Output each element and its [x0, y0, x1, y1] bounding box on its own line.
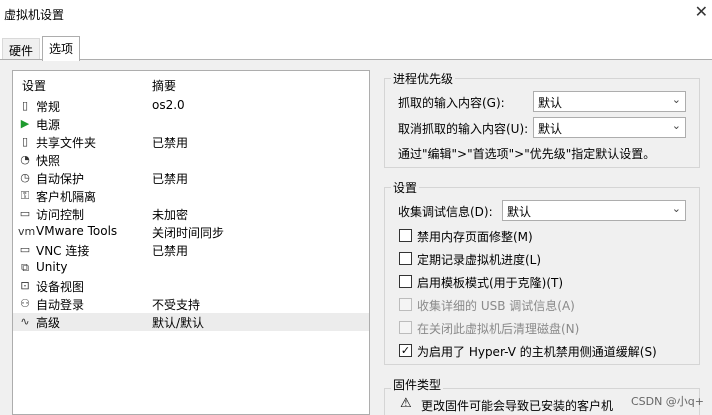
- advanced-icon: ∿: [20, 315, 30, 328]
- list-item-name: 自动保护: [36, 172, 85, 186]
- list-item-name: 客户机隔离: [36, 190, 97, 204]
- grab-priority-value: 默认: [538, 96, 563, 110]
- list-item[interactable]: ◷ 自动保护 已禁用: [13, 169, 369, 187]
- list-item-summary: 未加密: [152, 208, 189, 222]
- tab-options[interactable]: 选项: [42, 36, 81, 61]
- list-item-summary: os2.0: [152, 98, 185, 112]
- list-item[interactable]: ▯ 共享文件夹 已禁用: [13, 133, 369, 151]
- isolation-icon: ⚿: [20, 189, 30, 202]
- checkbox-label: 禁用内存页面修整(M): [417, 230, 533, 244]
- column-header-summary: 摘要: [152, 79, 177, 93]
- column-header-setting: 设置: [22, 79, 47, 93]
- settings-group-title: 设置: [391, 179, 420, 196]
- checkbox-box[interactable]: ✓: [399, 344, 412, 357]
- grab-priority-select[interactable]: 默认 ⌄: [533, 91, 686, 112]
- vmware-tools-icon: vm: [18, 225, 36, 238]
- list-item-summary: 已禁用: [152, 136, 189, 150]
- list-item-summary: 默认/默认: [152, 316, 205, 330]
- checkbox-box: [399, 321, 412, 334]
- list-item[interactable]: ▯ 常规 os2.0: [13, 97, 369, 115]
- warning-icon: ⚠: [400, 396, 412, 411]
- debug-label: 收集调试信息(D):: [398, 205, 493, 219]
- device-view-icon: ⊡: [20, 279, 30, 292]
- checkbox-label: 在关闭此虚拟机后清理磁盘(N): [417, 322, 580, 336]
- debug-info-select[interactable]: 默认 ⌄: [502, 200, 686, 221]
- list-item-summary: 不受支持: [152, 298, 201, 312]
- list-item-name: VMware Tools: [36, 224, 118, 238]
- ungrab-priority-value: 默认: [538, 122, 563, 136]
- chevron-down-icon: ⌄: [671, 202, 681, 215]
- firmware-group-title: 固件类型: [391, 376, 444, 393]
- checkbox-label: 定期记录虚拟机进度(L): [417, 253, 542, 267]
- ungrab-label: 取消抓取的输入内容(U):: [398, 122, 529, 136]
- checkbox-label: 启用模板模式(用于克隆)(T): [417, 276, 564, 290]
- firmware-warning-text: 更改固件可能会导致已安装的客户机: [421, 399, 614, 413]
- ungrab-priority-select[interactable]: 默认 ⌄: [533, 117, 686, 138]
- chevron-down-icon: ⌄: [671, 119, 681, 132]
- chevron-down-icon: ⌄: [671, 93, 681, 106]
- access-control-icon: ▭: [19, 207, 31, 220]
- window-title: 虚拟机设置: [4, 8, 65, 22]
- list-item[interactable]: ∿ 高级 默认/默认: [13, 313, 369, 331]
- grab-label: 抓取的输入内容(G):: [398, 96, 505, 110]
- list-item-summary: 已禁用: [152, 244, 189, 258]
- checkbox-label: 收集详细的 USB 调试信息(A): [417, 299, 575, 313]
- autoprotect-icon: ◷: [20, 171, 30, 184]
- shared-folder-icon: ▯: [21, 135, 29, 148]
- priority-note: 通过"编辑">"首选项">"优先级"指定默认设置。: [398, 147, 656, 161]
- list-item[interactable]: ⚿ 客户机隔离: [13, 187, 369, 205]
- checkbox-box: [399, 298, 412, 311]
- list-item-name: 快照: [36, 154, 61, 168]
- list-item[interactable]: ▶ 电源: [13, 115, 369, 133]
- debug-info-value: 默认: [507, 205, 532, 219]
- list-item-name: 常规: [36, 100, 61, 114]
- list-item-name: 电源: [36, 118, 61, 132]
- title-bar: 虚拟机设置 ✕: [0, 0, 712, 28]
- list-item[interactable]: ▭ 访问控制 未加密: [13, 205, 369, 223]
- list-item-summary: 已禁用: [152, 172, 189, 186]
- autologin-icon: ⚇: [20, 297, 30, 310]
- list-item-name: 自动登录: [36, 298, 85, 312]
- list-item-name: VNC 连接: [36, 244, 90, 258]
- list-item-name: 共享文件夹: [36, 136, 97, 150]
- list-item[interactable]: ⧉ Unity: [13, 259, 369, 277]
- settings-list: 设置 摘要 ▯ 常规 os2.0 ▶ 电源 ▯ 共享文件夹 已禁用 ◔ 快照 ◷ 自动保护 已禁用 ⚿ 客户…: [12, 70, 370, 415]
- checkbox-box[interactable]: [399, 252, 412, 265]
- watermark: CSDN @小q+: [630, 395, 704, 408]
- list-item[interactable]: ▭ VNC 连接 已禁用: [13, 241, 369, 259]
- checkbox-box[interactable]: [399, 229, 412, 242]
- close-icon[interactable]: ✕: [695, 2, 708, 21]
- tab-hardware[interactable]: 硬件: [2, 38, 41, 60]
- list-item[interactable]: ⊡ 设备视图: [13, 277, 369, 295]
- list-item[interactable]: ⚇ 自动登录 不受支持: [13, 295, 369, 313]
- list-item[interactable]: vm VMware Tools 关闭时间同步: [13, 223, 369, 241]
- tab-strip: 硬件 选项: [0, 36, 712, 61]
- list-item-summary: 关闭时间同步: [152, 226, 225, 240]
- list-item-name: Unity: [36, 260, 68, 274]
- list-item[interactable]: ◔ 快照: [13, 151, 369, 169]
- list-item-name: 设备视图: [36, 280, 85, 294]
- checkbox-label: 为启用了 Hyper-V 的主机禁用侧通道缓解(S): [417, 345, 657, 359]
- unity-icon: ⧉: [21, 261, 29, 274]
- list-item-name: 高级: [36, 316, 61, 330]
- snapshot-icon: ◔: [20, 153, 30, 166]
- general-icon: ▯: [21, 99, 29, 112]
- list-item-name: 访问控制: [36, 208, 85, 222]
- vnc-icon: ▭: [19, 243, 31, 256]
- power-icon: ▶: [20, 117, 30, 130]
- checkbox-box[interactable]: [399, 275, 412, 288]
- priority-group-title: 进程优先级: [391, 70, 456, 87]
